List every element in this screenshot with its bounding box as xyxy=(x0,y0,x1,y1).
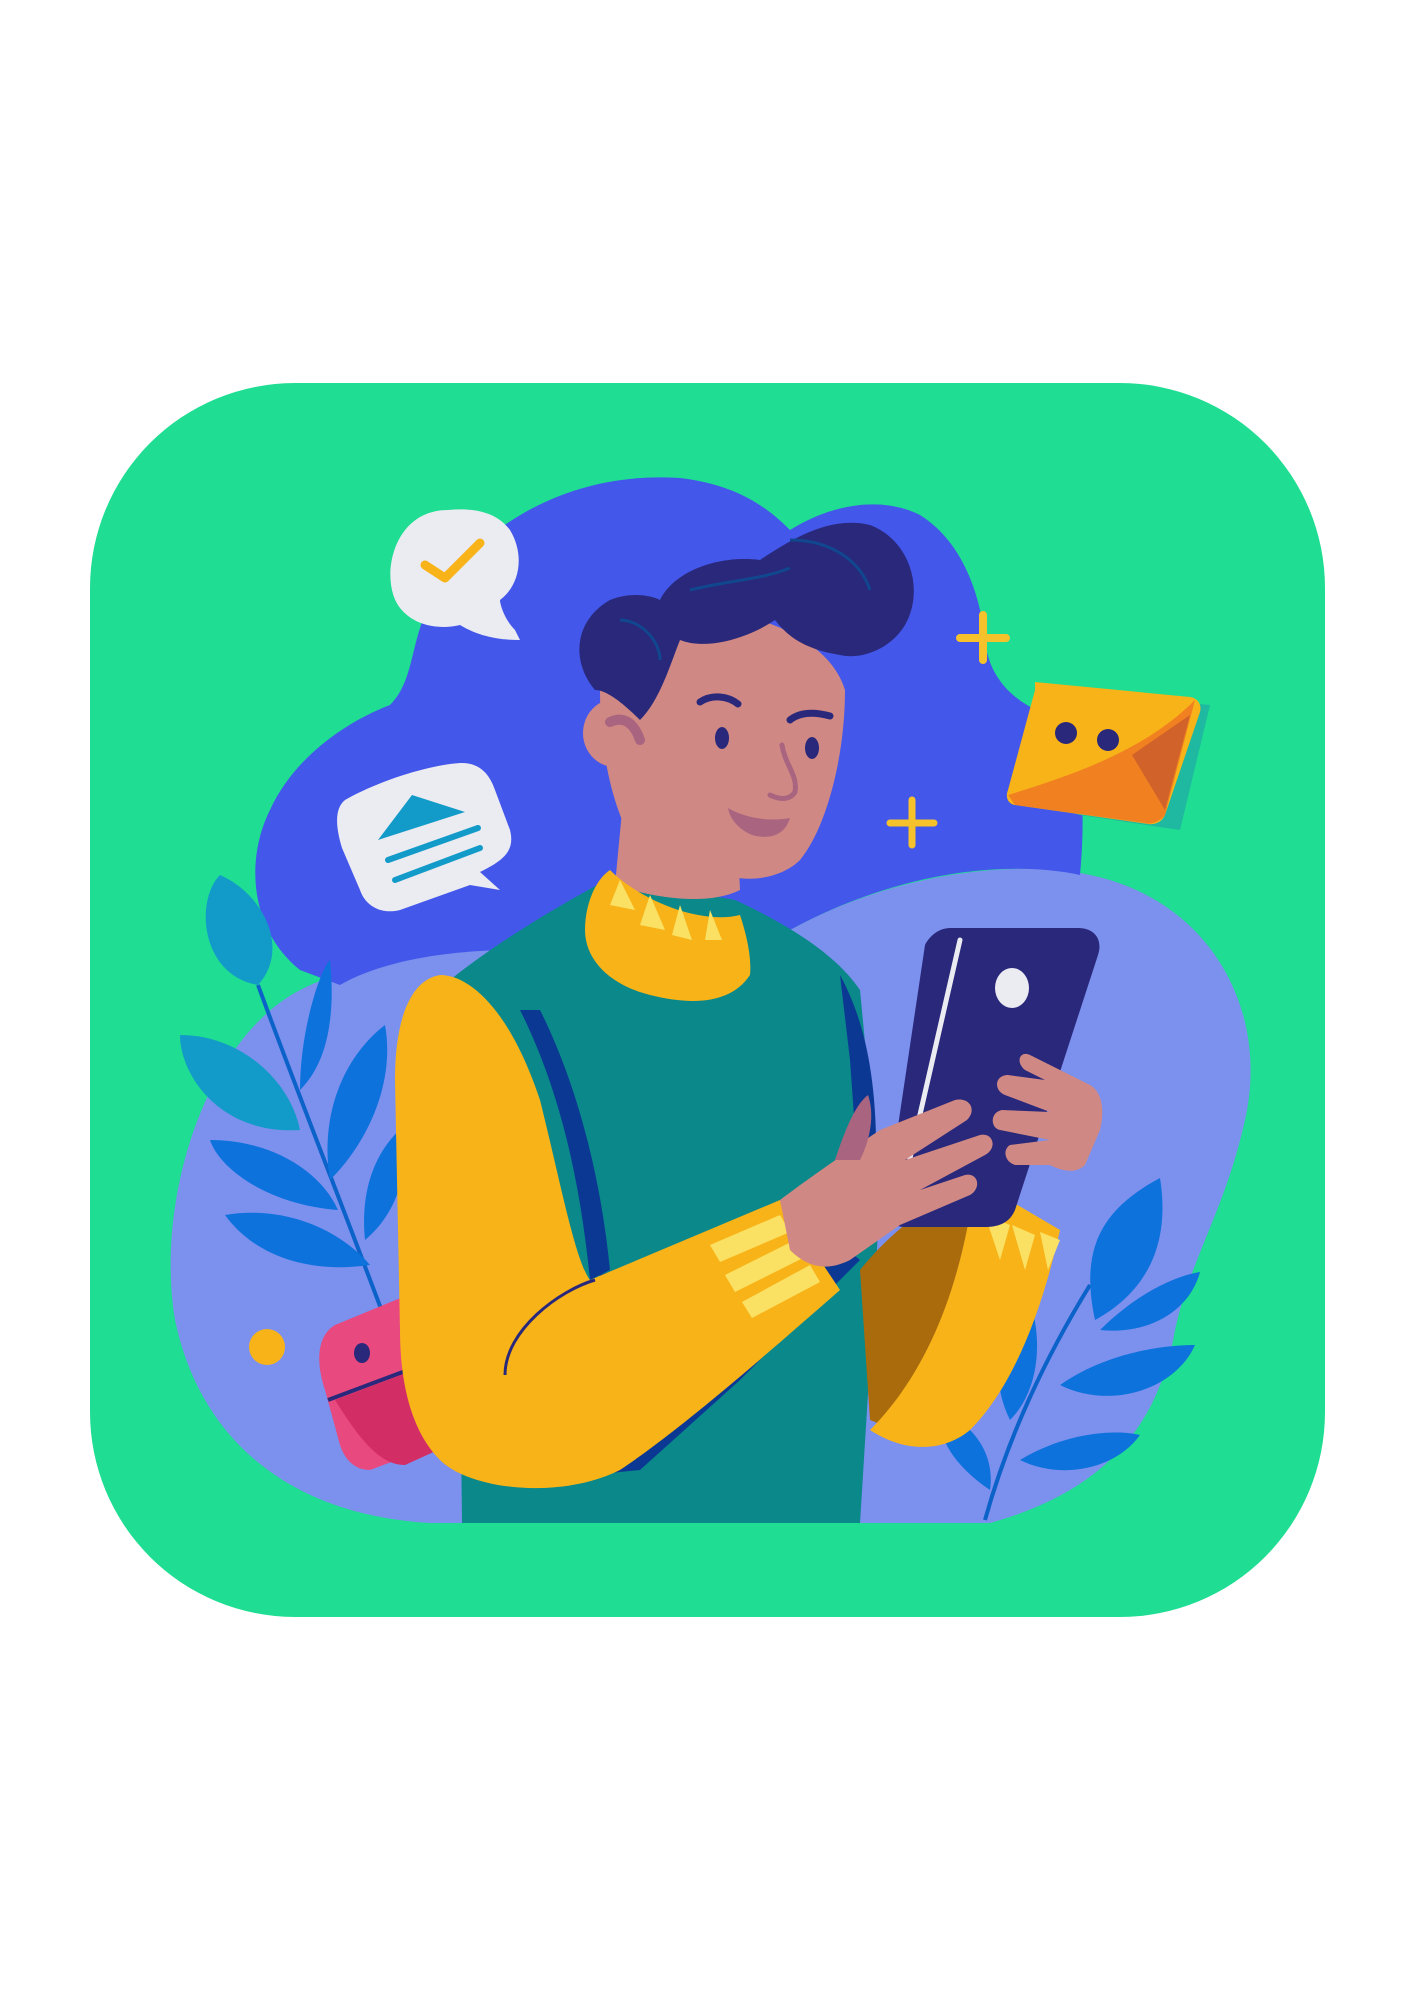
envelope-icon xyxy=(1006,682,1210,830)
illustration-scene xyxy=(0,0,1415,2000)
decorative-dot xyxy=(249,1329,285,1365)
